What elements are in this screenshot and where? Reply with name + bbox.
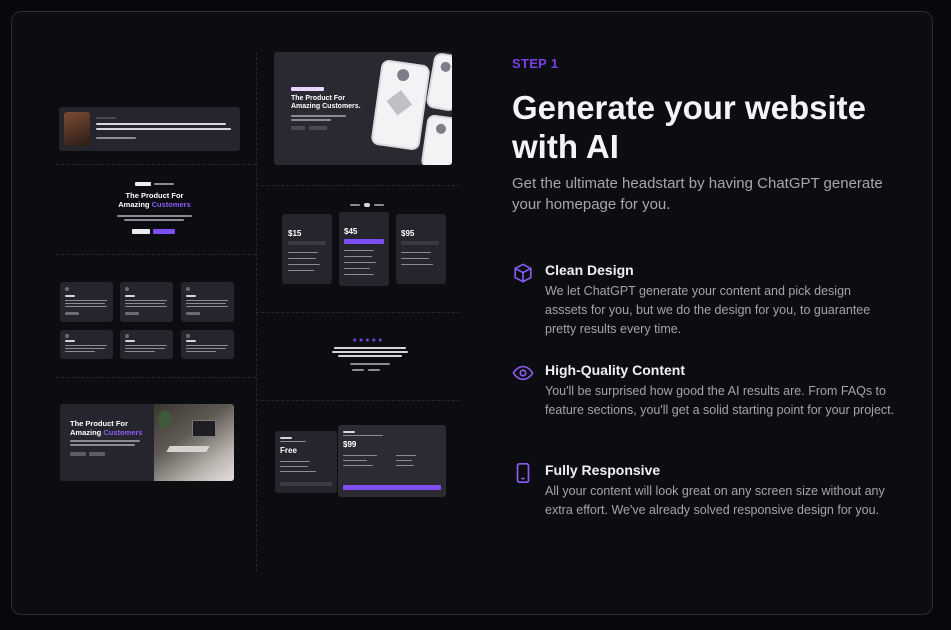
step-label: STEP 1 bbox=[512, 56, 559, 71]
section-headline: Generate your website with AI bbox=[512, 89, 866, 165]
eye-icon bbox=[512, 362, 534, 384]
feature-description: We let ChatGPT generate your content and… bbox=[545, 284, 871, 336]
feature-title: Clean Design bbox=[545, 262, 634, 278]
rating-stars: ★★★★★ bbox=[352, 338, 384, 344]
feature-description: You'll be surprised how good the AI resu… bbox=[545, 384, 895, 417]
feature-card-preview bbox=[120, 282, 173, 322]
app-hero-line1: The Product For bbox=[291, 95, 346, 102]
phone-mockup bbox=[425, 52, 452, 113]
grid-divider bbox=[256, 185, 460, 186]
app-hero-line2: Amazing Customers. bbox=[291, 103, 361, 111]
cube-icon bbox=[512, 262, 534, 284]
section-subheadline: Get the ultimate headstart by having Cha… bbox=[512, 175, 883, 213]
testimonial-preview bbox=[59, 107, 240, 151]
feature-card-preview bbox=[60, 282, 113, 322]
phone-icon bbox=[512, 462, 534, 484]
image-hero-line2: Amazing bbox=[70, 427, 104, 437]
price-pro: $99 bbox=[343, 440, 357, 449]
price-tier-3: $95 bbox=[401, 229, 415, 238]
app-hero-preview: The Product For Amazing Customers. bbox=[274, 52, 452, 165]
price-free: Free bbox=[280, 446, 297, 455]
feature-card-preview bbox=[181, 330, 234, 359]
phone-mockup bbox=[370, 59, 431, 151]
price-tier-1: $15 bbox=[288, 229, 302, 238]
grid-divider bbox=[56, 377, 256, 378]
rating-preview: ★★★★★ bbox=[330, 337, 410, 377]
grid-divider bbox=[256, 312, 460, 313]
feature-description: All your content will look great on any … bbox=[545, 484, 885, 517]
feature-card-preview bbox=[60, 330, 113, 359]
image-hero-preview: The Product For Amazing Customers bbox=[60, 404, 234, 481]
feature-card-preview bbox=[181, 282, 234, 322]
grid-divider bbox=[256, 400, 460, 401]
website-preview-collage: The Product For Amazing Customers The Pr… bbox=[12, 12, 482, 614]
pricing-preview: $15 $45 $95 bbox=[280, 202, 450, 292]
workspace-photo bbox=[154, 404, 234, 481]
center-hero-accent: Customers bbox=[151, 199, 191, 209]
image-hero-accent: Customers bbox=[103, 427, 143, 437]
center-hero-line2: Amazing bbox=[118, 199, 152, 209]
grid-divider bbox=[56, 254, 256, 255]
centered-hero-preview: The Product For Amazing Customers bbox=[62, 180, 247, 242]
phone-mockup bbox=[420, 113, 452, 165]
grid-divider bbox=[56, 164, 256, 165]
feature-title: Fully Responsive bbox=[545, 462, 661, 478]
pricing-preview-alt: Free $99 bbox=[274, 425, 454, 501]
avatar bbox=[64, 112, 90, 146]
feature-title: High-Quality Content bbox=[545, 362, 685, 378]
price-tier-2: $45 bbox=[344, 227, 358, 236]
feature-section-card: The Product For Amazing Customers The Pr… bbox=[11, 11, 933, 615]
feature-card-preview bbox=[120, 330, 173, 359]
